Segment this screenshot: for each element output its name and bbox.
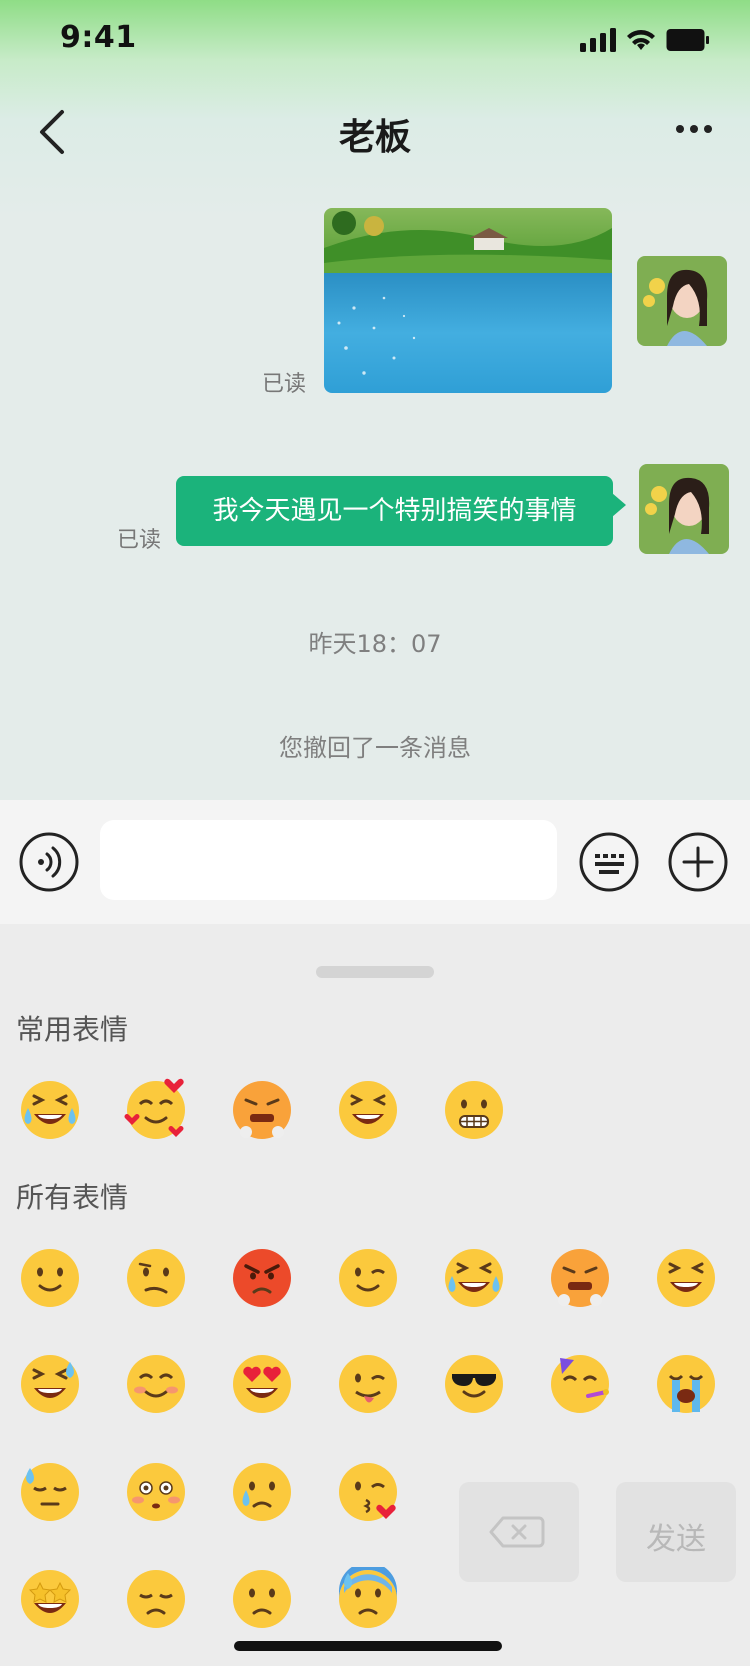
grinning-squint-emoji-icon[interactable] <box>336 1078 400 1142</box>
send-button[interactable]: 发送 <box>616 1482 736 1582</box>
avatar[interactable] <box>639 464 729 554</box>
backspace-button[interactable] <box>459 1482 579 1582</box>
landscape-photo <box>324 208 612 393</box>
panel-drag-handle[interactable] <box>316 966 434 978</box>
status-icons <box>580 28 710 52</box>
voice-input-icon[interactable] <box>19 832 79 892</box>
add-plus-icon[interactable] <box>668 832 728 892</box>
home-indicator <box>234 1641 502 1651</box>
pensive-emoji-icon[interactable] <box>124 1567 188 1631</box>
downcast-sweat-emoji-icon[interactable] <box>18 1460 82 1524</box>
star-struck-emoji-icon[interactable] <box>18 1567 82 1631</box>
flushed-emoji-icon[interactable] <box>124 1460 188 1524</box>
read-receipt: 已读 <box>262 372 307 397</box>
sunglasses-emoji-icon[interactable] <box>442 1352 506 1416</box>
pouting-angry-emoji-icon[interactable] <box>230 1246 294 1310</box>
frowning-emoji-icon[interactable] <box>230 1567 294 1631</box>
grimacing-emoji-icon[interactable] <box>442 1078 506 1142</box>
chat-header: 老板 <box>0 84 750 180</box>
wifi-icon <box>627 30 655 50</box>
status-time: 9:41 <box>60 20 137 55</box>
tears-of-joy-emoji-icon[interactable] <box>442 1246 506 1310</box>
tongue-wink-emoji-icon[interactable] <box>336 1352 400 1416</box>
winking-emoji-icon[interactable] <box>336 1246 400 1310</box>
send-label: 发送 <box>646 1522 706 1557</box>
backspace-icon <box>489 1516 545 1548</box>
slightly-smiling-emoji-icon[interactable] <box>18 1246 82 1310</box>
text-message-bubble[interactable]: 我今天遇见一个特别搞笑的事情 <box>176 476 613 546</box>
frequent-emoji-title: 常用表情 <box>16 1013 129 1046</box>
status-bar: 9:41 <box>0 0 750 84</box>
all-emoji-title: 所有表情 <box>16 1181 129 1214</box>
sad-tear-emoji-icon[interactable] <box>230 1460 294 1524</box>
avatar[interactable] <box>637 256 727 346</box>
battery-icon <box>666 29 709 51</box>
grinning-squint-emoji-icon[interactable] <box>654 1246 718 1310</box>
smiling-hearts-emoji-icon[interactable] <box>124 1078 188 1142</box>
read-receipt: 已读 <box>117 528 162 553</box>
kissing-heart-emoji-icon[interactable] <box>336 1460 400 1524</box>
tears-of-joy-emoji-icon[interactable] <box>18 1078 82 1142</box>
steam-from-nose-emoji-icon[interactable] <box>548 1246 612 1310</box>
steam-from-nose-emoji-icon[interactable] <box>230 1078 294 1142</box>
grinning-sweat-emoji-icon[interactable] <box>18 1352 82 1416</box>
chat-title: 老板 <box>338 117 411 158</box>
message-input[interactable] <box>100 820 557 900</box>
anxious-sweat-emoji-icon[interactable] <box>336 1567 400 1631</box>
heart-eyes-emoji-icon[interactable] <box>230 1352 294 1416</box>
signal-icon <box>580 28 616 52</box>
smiling-blush-emoji-icon[interactable] <box>124 1352 188 1416</box>
recall-notice: 您撤回了一条消息 <box>279 734 471 762</box>
partying-emoji-icon[interactable] <box>548 1352 612 1416</box>
bubble-tail <box>612 493 626 517</box>
keyboard-icon[interactable] <box>579 832 639 892</box>
loudly-crying-emoji-icon[interactable] <box>654 1352 718 1416</box>
more-options-icon[interactable] <box>674 114 714 144</box>
message-timestamp: 昨天18：07 <box>308 630 442 658</box>
confused-emoji-icon[interactable] <box>124 1246 188 1310</box>
image-message[interactable] <box>324 208 612 393</box>
